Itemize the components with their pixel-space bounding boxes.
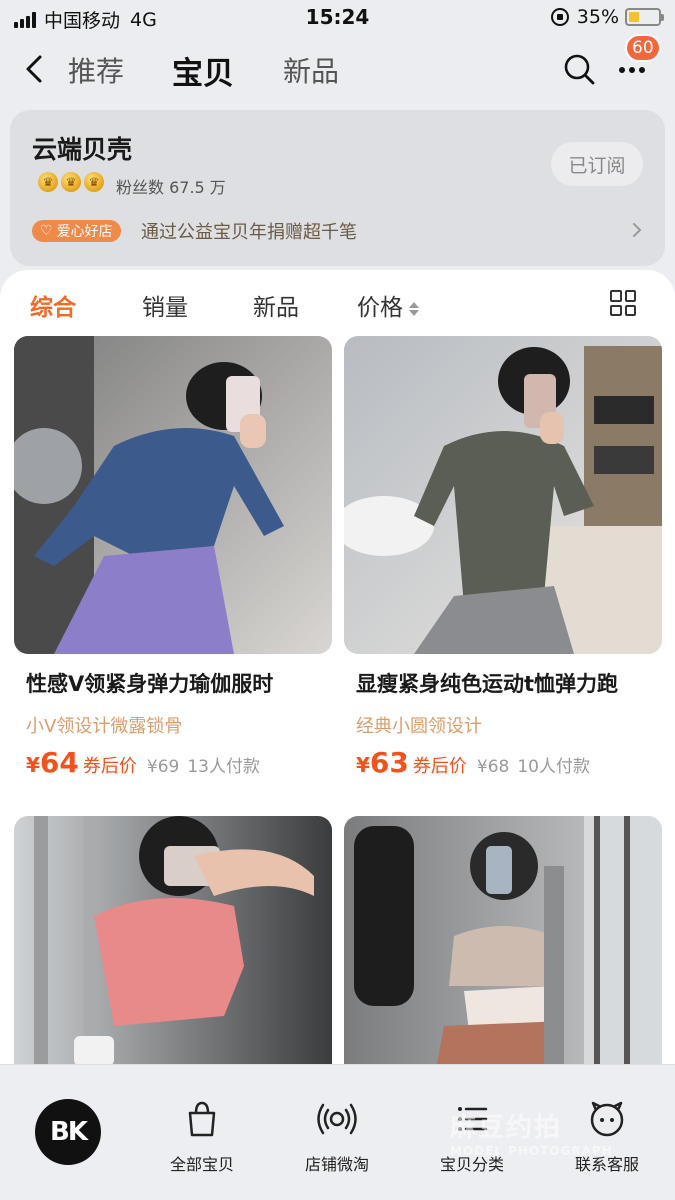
- shop-card[interactable]: 云端贝壳 ♛ ♛ ♛ 粉丝数 67.5 万 已订阅 ♡ 爱心好店 通过公益宝贝年…: [10, 110, 665, 266]
- tab-all-items[interactable]: 全部宝贝: [147, 1099, 257, 1175]
- filter-price-label: 价格: [357, 295, 403, 321]
- price: 64: [39, 746, 79, 779]
- shop-name: 云端贝壳: [32, 135, 133, 164]
- shopping-bag-icon: [188, 1101, 216, 1137]
- product-card[interactable]: 性感Ⅴ领紧身弹力瑜伽服时 小Ⅴ领设计微露锁骨 ¥ 64 券后价 ¥69 13人付…: [14, 336, 332, 779]
- tab-new[interactable]: 新品: [283, 50, 339, 90]
- crown-icon: ♛: [38, 172, 58, 192]
- tab-label: 店铺微淘: [304, 1155, 369, 1174]
- paid-count: 13人付款: [187, 757, 260, 777]
- filter-bar: 综合 销量 新品 价格: [0, 270, 675, 332]
- list-icon: [458, 1107, 488, 1131]
- battery-percent: 35%: [576, 6, 619, 28]
- charity-text[interactable]: 通过公益宝贝年捐赠超千笔: [141, 218, 357, 244]
- product-image[interactable]: [344, 336, 662, 654]
- sort-arrows-icon: [409, 301, 419, 316]
- product-subtitle: 经典小圆领设计: [356, 716, 482, 737]
- crown-icon: ♛: [84, 172, 104, 192]
- product-image[interactable]: [14, 336, 332, 654]
- subscribe-button[interactable]: 已订阅: [551, 142, 643, 186]
- tab-categories[interactable]: 宝贝分类: [417, 1099, 527, 1175]
- tab-label: 联系客服: [574, 1155, 639, 1174]
- price-tag: 券后价: [412, 756, 467, 777]
- original-price: ¥69: [146, 757, 180, 777]
- shop-level-crowns: ♛ ♛ ♛: [38, 172, 104, 192]
- top-nav: 推荐 宝贝 新品 60: [0, 34, 675, 106]
- status-bar: 中国移动 4G 15:24 35%: [0, 0, 675, 34]
- battery-icon: [625, 8, 664, 26]
- tab-shop-feed[interactable]: 店铺微淘: [282, 1099, 392, 1175]
- price-row: ¥ 63 券后价 ¥68 10人付款: [356, 746, 662, 779]
- chevron-right-icon[interactable]: [630, 220, 644, 240]
- rotation-lock-icon: [550, 8, 569, 26]
- message-badge: 60: [625, 34, 661, 62]
- paid-count: 10人付款: [517, 757, 590, 777]
- filter-overall[interactable]: 综合: [30, 288, 76, 322]
- price: 63: [369, 746, 409, 779]
- tab-customer-service[interactable]: 联系客服: [552, 1099, 662, 1175]
- product-title: 性感Ⅴ领紧身弹力瑜伽服时: [26, 672, 274, 696]
- filter-new[interactable]: 新品: [253, 288, 299, 322]
- tab-items[interactable]: 宝贝: [172, 48, 234, 93]
- filter-price[interactable]: 价格: [357, 288, 419, 322]
- grid-view-icon[interactable]: [610, 290, 636, 316]
- tab-label: 宝贝分类: [439, 1155, 504, 1174]
- product-title: 显瘦紧身纯色运动t恤弹力跑: [356, 672, 619, 696]
- chat-face-icon: [590, 1101, 624, 1137]
- filter-sales[interactable]: 销量: [142, 288, 188, 322]
- bottom-tab-bar: BK 全部宝贝 店铺微淘 宝贝分类 联系客服 麻豆约拍 MODEL PHOTOG…: [0, 1064, 675, 1200]
- tab-label: 全部宝贝: [169, 1155, 234, 1174]
- price-row: ¥ 64 券后价 ¥69 13人付款: [26, 746, 332, 779]
- crown-icon: ♛: [61, 172, 81, 192]
- shop-logo[interactable]: BK: [35, 1099, 101, 1165]
- tab-recommend[interactable]: 推荐: [68, 50, 124, 90]
- fans-count: 粉丝数 67.5 万: [116, 178, 226, 197]
- original-price: ¥68: [476, 757, 510, 777]
- heart-icon: ♡: [40, 223, 53, 239]
- currency-symbol: ¥: [26, 753, 40, 777]
- charity-badge: ♡ 爱心好店: [32, 220, 121, 242]
- price-tag: 券后价: [82, 756, 137, 777]
- search-icon[interactable]: [562, 52, 596, 86]
- currency-symbol: ¥: [356, 753, 370, 777]
- broadcast-icon: [317, 1103, 357, 1135]
- product-subtitle: 小Ⅴ领设计微露锁骨: [26, 716, 183, 737]
- product-card[interactable]: 显瘦紧身纯色运动t恤弹力跑 经典小圆领设计 ¥ 63 券后价 ¥68 10人付款: [344, 336, 662, 779]
- charity-badge-label: 爱心好店: [56, 224, 113, 240]
- product-panel: 综合 销量 新品 价格 性感Ⅴ领紧身弹力瑜伽服时 小Ⅴ领设计微露锁骨 ¥ 64 …: [0, 270, 675, 1200]
- back-icon[interactable]: [22, 54, 48, 84]
